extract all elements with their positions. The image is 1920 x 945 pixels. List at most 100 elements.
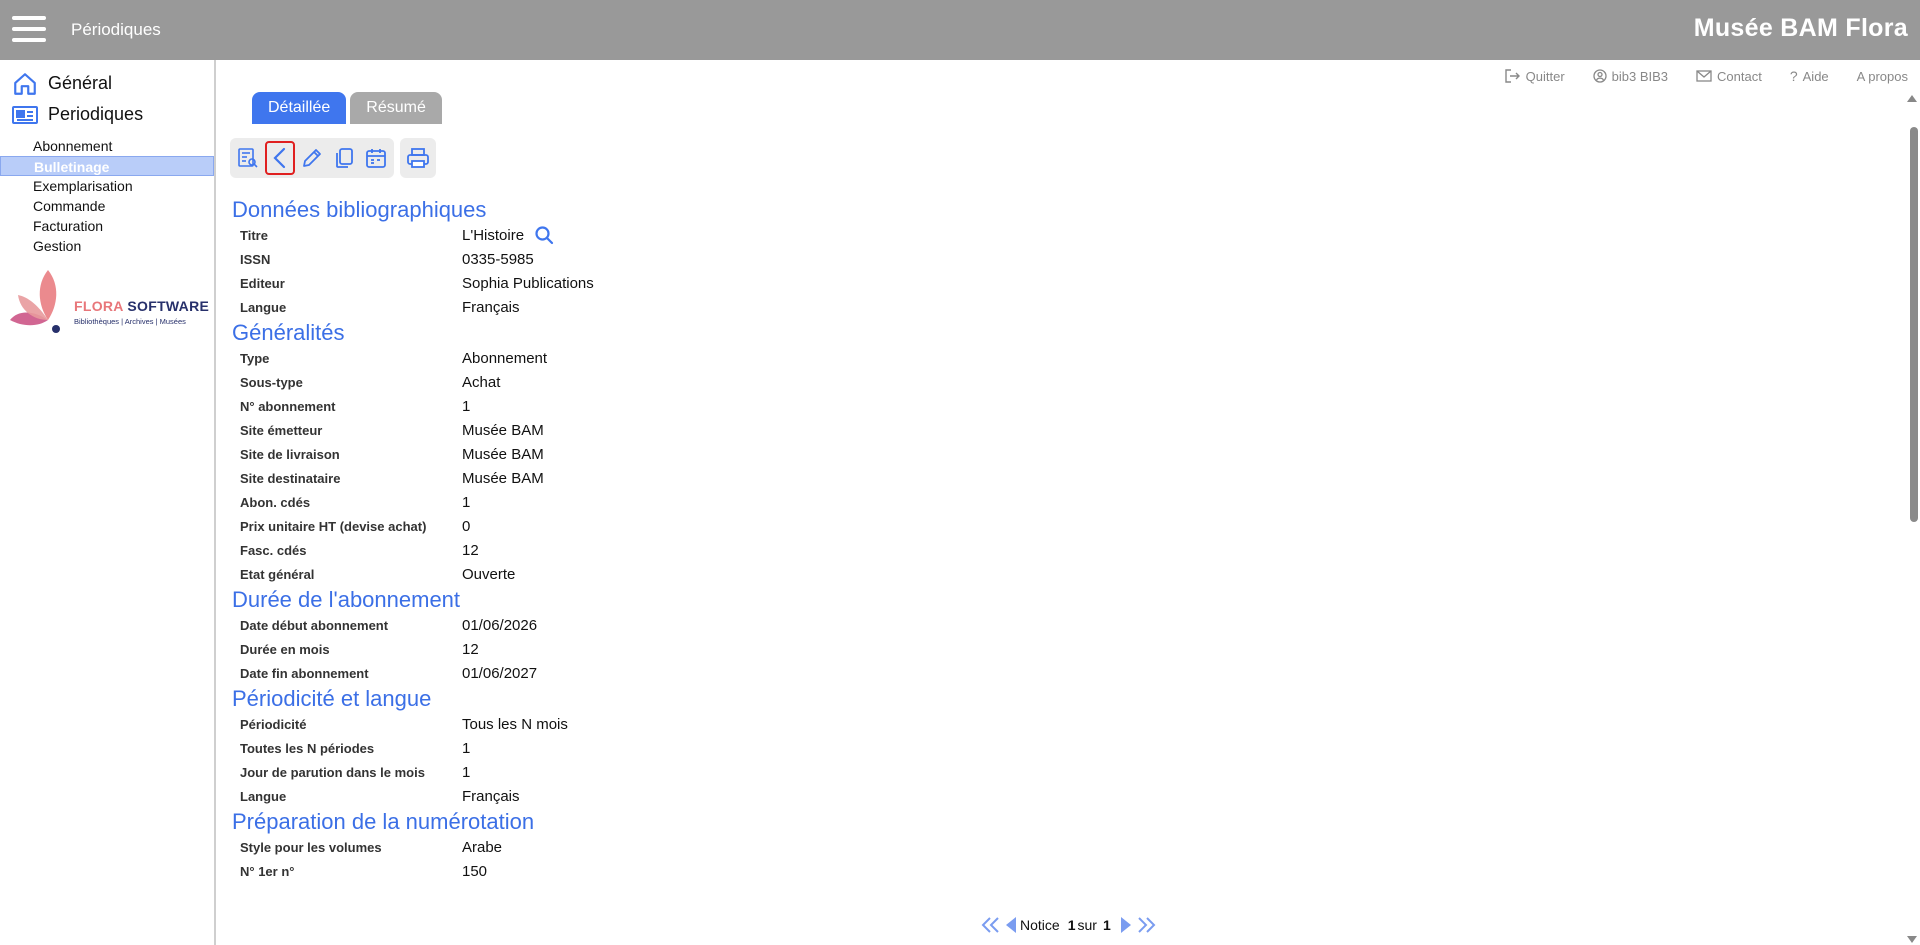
field-row: Durée en mois 12 [232,637,1882,661]
field-value: Musée BAM [462,445,544,463]
quit-link[interactable]: Quitter [1504,68,1565,84]
last-page-icon[interactable] [1135,915,1157,935]
sidebar: Général Periodiques Abonnement Bulletina… [0,60,216,945]
sidebar-subitem-bulletinage[interactable]: Bulletinage [0,156,214,176]
section-title: Durée de l'abonnement [232,587,461,612]
sidebar-subitem-commande[interactable]: Commande [0,196,214,216]
scroll-track[interactable] [1909,111,1918,927]
field-label: Jour de parution dans le mois [240,764,425,780]
field-label: Style pour les volumes [240,839,382,855]
vertical-scrollbar[interactable] [1904,93,1920,945]
toolbar-group-main [230,138,394,178]
field-row: N° abonnement 1 [232,394,1882,418]
field-value: Tous les N mois [462,715,568,733]
field-value: Arabe [462,838,503,856]
logo-text: FLORA SOFTWARE Bibliothèques | Archives … [74,298,209,326]
user-link[interactable]: bib3 BIB3 [1593,68,1668,84]
copy-button[interactable] [329,141,359,175]
field-value: Français [462,787,520,805]
module-title: Périodiques [71,20,161,39]
field-value: 1 [462,763,471,781]
newspaper-icon [12,105,38,124]
section-title: Préparation de la numérotation [232,809,535,834]
hamburger-menu-icon[interactable] [12,16,46,42]
field-row: Langue Français [232,295,1882,319]
scroll-up-arrow-icon[interactable] [1907,95,1917,102]
field-label: Type [240,350,270,366]
brand-title: Musée BAM Flora [1693,14,1908,42]
scroll-down-arrow-icon[interactable] [1907,936,1917,943]
tab-detailed[interactable]: Détaillée [252,92,347,124]
field-row: Editeur Sophia Publications [232,271,1882,295]
field-value: Ouverte [462,565,516,583]
logo-subtitle: Bibliothèques | Archives | Musées [74,317,186,326]
back-chevron-icon [273,147,286,169]
field-row: Etat général Ouverte [232,562,1882,586]
field-row: Abon. cdés 1 [232,490,1882,514]
field-label: Sous-type [240,374,303,390]
field-label: Site destinataire [240,470,341,486]
first-page-icon[interactable] [980,915,1002,935]
user-icon [1593,69,1607,83]
field-label: Editeur [240,275,285,291]
record-pager: Notice 1 sur 1 [980,915,1157,935]
about-label: A propos [1856,68,1908,84]
field-row: N° 1er n° 150 [232,859,1882,883]
sidebar-item-general[interactable]: Général [0,68,214,99]
scroll-thumb[interactable] [1910,127,1918,522]
field-row: Site de livraison Musée BAM [232,442,1882,466]
field-label: Etat général [240,566,315,582]
section-title: Périodicité et langue [232,686,432,711]
list-search-button[interactable] [233,141,263,175]
field-label: Date fin abonnement [240,665,369,681]
sidebar-subitem-facturation[interactable]: Facturation [0,216,214,236]
next-page-icon[interactable] [1119,915,1133,935]
field-value: 150 [462,862,488,880]
field-label: Titre [240,227,268,243]
search-icon[interactable] [534,225,554,245]
sidebar-subitem-exemplarisation[interactable]: Exemplarisation [0,176,214,196]
field-row: Fasc. cdés 12 [232,538,1882,562]
previous-page-icon[interactable] [1004,915,1018,935]
field-value: 1 [462,397,471,415]
sidebar-item-periodiques[interactable]: Periodiques [0,99,214,130]
sidebar-subitem-abonnement[interactable]: Abonnement [0,136,214,156]
logo-title-software: SOFTWARE [123,298,210,314]
field-value: Musée BAM [462,421,544,439]
field-row: Périodicité Tous les N mois [232,712,1882,736]
toolbar [230,138,436,178]
field-value: Achat [462,373,501,391]
field-label: Site de livraison [240,446,340,462]
sidebar-subitem-gestion[interactable]: Gestion [0,236,214,256]
field-row: Toutes les N périodes 1 [232,736,1882,760]
print-button[interactable] [403,141,433,175]
field-row: Prix unitaire HT (devise achat) 0 [232,514,1882,538]
contact-link[interactable]: Contact [1696,68,1762,84]
back-button[interactable] [265,141,295,175]
edit-button[interactable] [297,141,327,175]
field-row: Titre L'Histoire [232,223,1882,247]
field-row: ISSN 0335-5985 [232,247,1882,271]
field-value: 0335-5985 [462,250,534,268]
quit-label: Quitter [1525,68,1565,84]
tab-summary[interactable]: Résumé [350,92,442,124]
calendar-button[interactable] [361,141,391,175]
list-search-icon [238,148,258,168]
sidebar-item-label: Periodiques [48,104,144,124]
about-link[interactable]: A propos [1857,68,1908,84]
field-label: Fasc. cdés [240,542,307,558]
sidebar-item-label: Général [48,73,113,93]
top-bar: Périodiques Musée BAM Flora [0,0,1920,60]
home-icon [14,72,36,95]
pager-of: sur [1077,917,1097,933]
help-link[interactable]: ? Aide [1790,68,1829,84]
field-row: Jour de parution dans le mois 1 [232,760,1882,784]
pencil-icon [303,149,321,167]
title-value: L'Histoire [462,226,525,244]
toolbar-group-print [400,138,436,178]
field-row: Date début abonnement 01/06/2026 [232,613,1882,637]
field-row: Sous-type Achat [232,370,1882,394]
field-row: Langue Français [232,784,1882,808]
field-label: Abon. cdés [240,494,311,510]
field-value: 0 [462,517,471,535]
